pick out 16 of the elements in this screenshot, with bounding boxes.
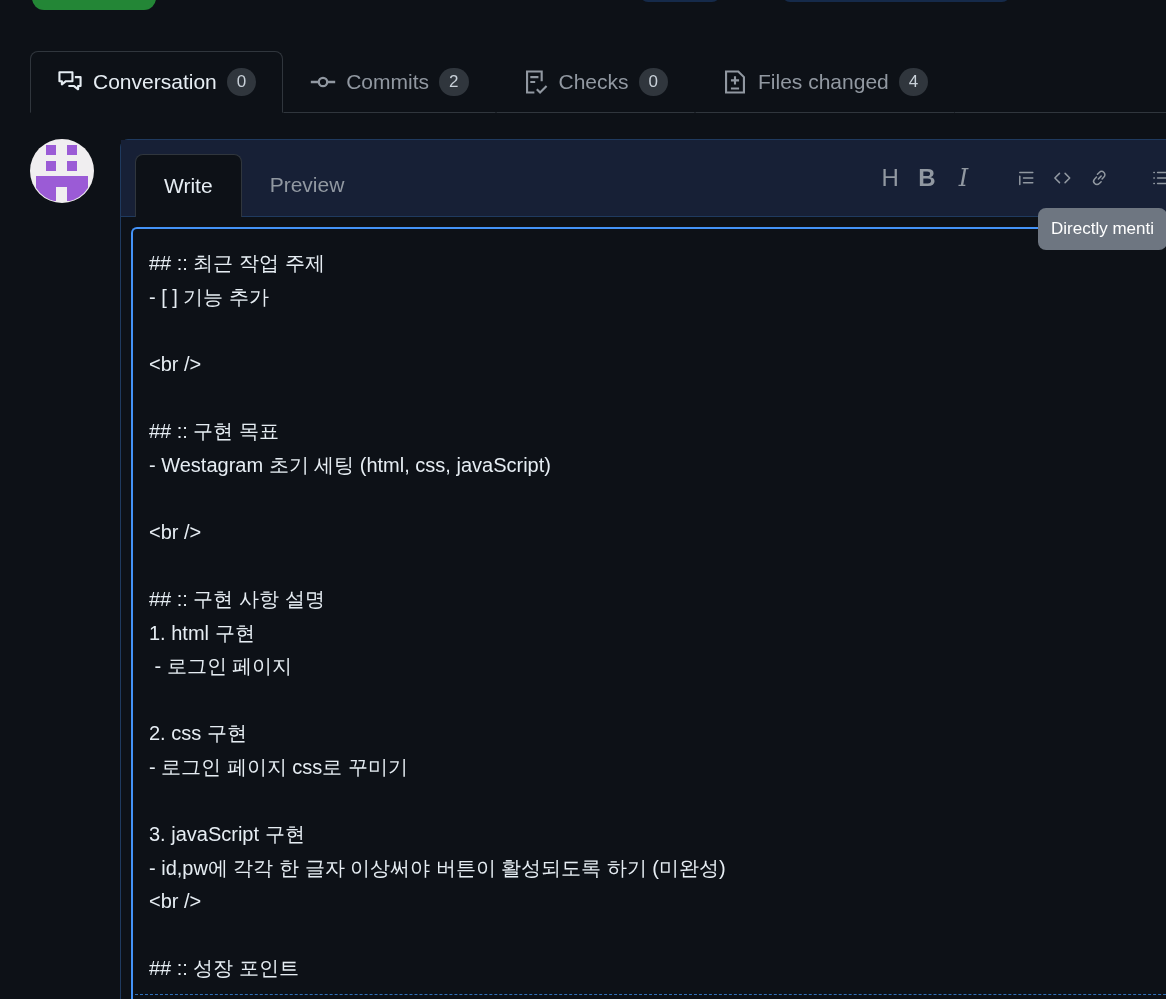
avatar (30, 139, 94, 203)
tooltip: Directly menti (1038, 208, 1166, 250)
count-badge: 0 (226, 68, 257, 96)
pr-tab[interactable]: Commits 2 (283, 51, 496, 113)
count-badge: 4 (898, 68, 929, 96)
editor-tab[interactable]: Preview (241, 154, 373, 216)
pr-tab[interactable]: Conversation 0 (30, 51, 284, 113)
pr-tab[interactable]: Files changed 4 (695, 51, 956, 113)
italic-button[interactable]: I (954, 164, 973, 192)
count-badge: 0 (638, 68, 668, 96)
editor-tab[interactable]: Write (135, 154, 242, 217)
file-diff-icon (722, 69, 748, 95)
pr-tab[interactable]: Checks 0 (495, 51, 695, 113)
bold-button[interactable]: B (917, 164, 937, 192)
count-badge: 2 (439, 68, 469, 96)
heading-button[interactable]: H (881, 164, 900, 192)
